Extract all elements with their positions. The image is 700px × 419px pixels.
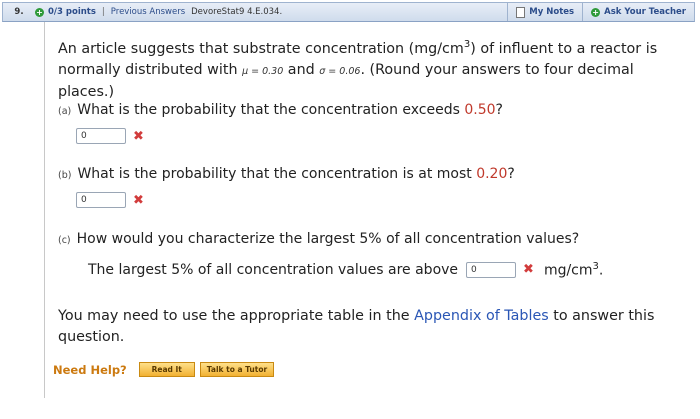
unit-label: mg/cm3. <box>544 261 603 279</box>
question-text: How would you characterize the largest 5… <box>76 231 580 247</box>
ask-teacher-label: Ask Your Teacher <box>604 7 686 17</box>
intro-text: and <box>283 61 320 78</box>
part-c-answer-input[interactable] <box>466 261 517 278</box>
statement-text: The largest 5% of all concentration valu… <box>88 261 459 278</box>
question-number: 9. <box>14 7 24 17</box>
part-a-answer-input[interactable] <box>76 128 126 144</box>
unit-text: mg/cm <box>543 262 593 279</box>
note-text: You may need to use the appropriate tabl… <box>58 308 415 324</box>
my-notes-label: My Notes <box>529 7 575 17</box>
part-a-answer-row: ✖ <box>76 128 144 144</box>
question-text: ? <box>507 166 515 182</box>
mu-value: μ = 0.30 <box>242 65 284 77</box>
appendix-note: You may need to use the appropriate tabl… <box>58 306 682 348</box>
question-body: An article suggests that substrate conce… <box>44 22 695 398</box>
problem-code: DevoreStat9 4.E.034. <box>191 7 283 17</box>
question-text: ? <box>495 102 503 118</box>
part-b-question: (b) What is the probability that the conc… <box>58 166 515 182</box>
part-label: (a) <box>58 106 72 117</box>
part-label: (c) <box>58 235 71 246</box>
question-text: What is the probability that the concent… <box>77 102 465 118</box>
incorrect-icon: ✖ <box>133 128 144 144</box>
intro-text: An article suggests that substrate conce… <box>58 40 464 57</box>
need-help-label: Need Help? <box>53 362 127 377</box>
highlight-value: 0.50 <box>464 102 496 118</box>
question-header-bar: 9. + 0/3 points | Previous Answers Devor… <box>2 2 695 22</box>
part-b-answer-row: ✖ <box>76 192 144 208</box>
appendix-link[interactable]: Appendix of Tables <box>414 308 549 324</box>
plus-icon: + <box>591 7 601 17</box>
question-intro: An article suggests that substrate conce… <box>58 34 686 103</box>
plus-icon[interactable]: + <box>35 7 44 17</box>
unit-text: . <box>598 262 604 279</box>
part-c-answer-row: The largest 5% of all concentration valu… <box>88 261 603 279</box>
incorrect-icon: ✖ <box>523 262 534 278</box>
sigma-value: σ = 0.06 <box>319 65 361 77</box>
part-a-question: (a) What is the probability that the conc… <box>58 102 503 118</box>
note-icon <box>516 6 526 18</box>
separator: | <box>101 7 105 17</box>
part-b-answer-input[interactable] <box>76 192 126 208</box>
header-tools: My Notes + Ask Your Teacher <box>507 3 694 21</box>
previous-answers-link[interactable]: Previous Answers <box>111 7 185 17</box>
my-notes-button[interactable]: My Notes <box>507 3 582 21</box>
part-c-question: (c) How would you characterize the larges… <box>58 231 579 247</box>
help-section: Need Help? Read It Talk to a Tutor <box>53 362 279 377</box>
question-text: What is the probability that the concent… <box>77 166 477 182</box>
ask-teacher-button[interactable]: + Ask Your Teacher <box>582 3 694 21</box>
points-label: 0/3 points <box>48 7 96 17</box>
incorrect-icon: ✖ <box>133 192 144 208</box>
read-it-button[interactable]: Read It <box>138 362 195 377</box>
highlight-value: 0.20 <box>476 166 508 182</box>
part-label: (b) <box>58 170 72 181</box>
talk-to-tutor-button[interactable]: Talk to a Tutor <box>199 362 275 377</box>
